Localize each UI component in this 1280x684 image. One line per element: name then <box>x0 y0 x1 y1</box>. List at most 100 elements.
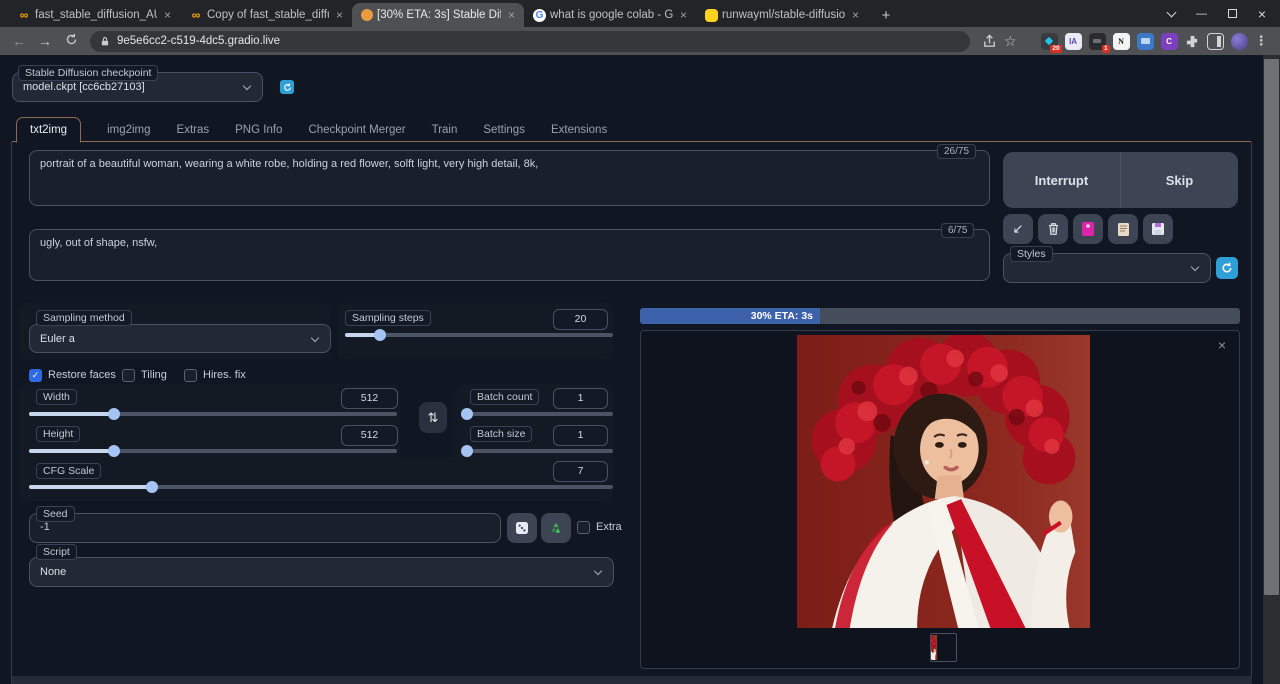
colab-icon: ∞ <box>191 8 201 22</box>
extensions-puzzle-icon[interactable] <box>1185 34 1200 49</box>
styles-refresh-button[interactable] <box>1216 257 1238 279</box>
reuse-seed-button[interactable] <box>541 513 571 543</box>
extension-badge1-icon[interactable]: 1 <box>1088 32 1110 53</box>
seed-input[interactable]: -1 <box>29 513 501 543</box>
batch-size-value[interactable]: 1 <box>553 425 608 446</box>
card-art-icon <box>1082 222 1094 236</box>
reload-button[interactable] <box>58 33 84 49</box>
checkpoint-refresh-button[interactable] <box>280 80 294 94</box>
bookmark-star-icon[interactable]: ☆ <box>1004 33 1017 50</box>
cfg-scale-value[interactable]: 7 <box>553 461 608 482</box>
slider-knob[interactable] <box>373 329 386 341</box>
extra-networks-button[interactable] <box>1073 214 1103 244</box>
skip-button[interactable]: Skip <box>1121 152 1238 208</box>
slider-knob[interactable] <box>460 445 473 457</box>
tab-close-icon[interactable]: × <box>161 8 174 22</box>
swap-dimensions-button[interactable]: ⇅ <box>419 402 447 433</box>
script-dropdown[interactable]: None <box>29 557 614 587</box>
negative-prompt-text: ugly, out of shape, nsfw, <box>40 237 158 249</box>
height-slider[interactable] <box>29 444 397 458</box>
sidebar-toggle-icon[interactable] <box>1206 32 1224 50</box>
height-value[interactable]: 512 <box>341 425 398 446</box>
sampling-steps-value[interactable]: 20 <box>553 309 608 330</box>
random-seed-button[interactable] <box>507 513 537 543</box>
tab-extras[interactable]: Extras <box>177 118 210 142</box>
interrupt-button[interactable]: Interrupt <box>1003 152 1121 208</box>
clear-prompt-button[interactable] <box>1038 214 1068 244</box>
profile-avatar[interactable] <box>1230 32 1248 50</box>
batch-count-value[interactable]: 1 <box>553 388 608 409</box>
check-icon: ✓ <box>31 370 40 380</box>
extension-colorzilla-icon[interactable]: C <box>1160 32 1178 50</box>
new-tab-button[interactable]: + <box>874 3 898 27</box>
hires-fix-checkbox[interactable] <box>184 369 197 382</box>
paste-params-button[interactable]: ↙ <box>1003 214 1033 244</box>
negative-prompt-textarea[interactable]: ugly, out of shape, nsfw, <box>29 229 990 281</box>
extension-notion-icon[interactable]: N <box>1112 32 1130 50</box>
colab-icon: ∞ <box>19 8 29 22</box>
reload-icon <box>66 33 76 45</box>
width-slider[interactable] <box>29 407 397 421</box>
tab-train[interactable]: Train <box>432 118 458 142</box>
tab-txt2img[interactable]: txt2img <box>16 117 82 143</box>
apply-styles-button[interactable] <box>1108 214 1138 244</box>
share-icon[interactable] <box>982 33 997 49</box>
tab-png-info[interactable]: PNG Info <box>235 118 282 142</box>
progress-text: 30% ETA: 3s <box>750 310 813 322</box>
slider-knob[interactable] <box>107 445 120 457</box>
browser-tab-colab-2[interactable]: ∞ Copy of fast_stable_diffusion_ × <box>180 3 352 27</box>
back-button[interactable]: ← <box>6 33 32 49</box>
url-text: 9e5e6cc2-c519-4dc5.gradio.live <box>117 35 281 47</box>
restore-faces-checkbox[interactable]: ✓ <box>29 369 42 382</box>
prompt-tool-row: ↙ <box>1003 214 1173 244</box>
window-minimize-button[interactable]: — <box>1196 8 1207 20</box>
batch-count-slider[interactable] <box>460 407 613 421</box>
gallery-close-icon[interactable]: × <box>1218 337 1226 353</box>
tab-settings[interactable]: Settings <box>483 118 525 142</box>
gallery-thumbnail[interactable] <box>930 633 957 662</box>
generated-image[interactable] <box>797 335 1090 628</box>
checkpoint-value: model.ckpt [cc6cb27103] <box>23 81 145 93</box>
tab-title: fast_stable_diffusion_AUTOMA <box>35 9 157 21</box>
browser-tab-strip: ∞ fast_stable_diffusion_AUTOMA × ∞ Copy … <box>0 0 1280 27</box>
tiling-checkbox[interactable] <box>122 369 135 382</box>
address-bar[interactable]: 9e5e6cc2-c519-4dc5.gradio.live <box>90 30 970 52</box>
slider-knob[interactable] <box>107 408 120 420</box>
tab-extensions[interactable]: Extensions <box>551 118 607 142</box>
browser-tab-google-search[interactable]: G what is google colab - Googl × <box>524 3 696 27</box>
extension-blue-icon[interactable] <box>1136 32 1154 50</box>
tab-checkpoint-merger[interactable]: Checkpoint Merger <box>308 118 405 142</box>
sampling-method-dropdown[interactable]: Euler a <box>29 324 331 353</box>
forward-button[interactable]: → <box>32 33 58 49</box>
width-value[interactable]: 512 <box>341 388 398 409</box>
prompt-token-counter: 26/75 <box>937 144 977 159</box>
tab-close-icon[interactable]: × <box>505 8 518 22</box>
sampling-steps-slider[interactable] <box>345 328 613 342</box>
browser-tab-huggingface[interactable]: runwayml/stable-diffusion-v1 × <box>696 3 868 27</box>
chrome-menu-icon[interactable]: ⋮ <box>1255 33 1268 49</box>
save-style-button[interactable] <box>1143 214 1173 244</box>
tab-close-icon[interactable]: × <box>677 8 690 22</box>
cfg-scale-label: CFG Scale <box>36 463 102 479</box>
page-scrollbar[interactable] <box>1263 55 1280 684</box>
window-maximize-button[interactable] <box>1227 9 1237 18</box>
cfg-scale-slider[interactable] <box>29 480 613 494</box>
tab-close-icon[interactable]: × <box>849 8 862 22</box>
restore-faces-label: Restore faces <box>48 369 116 381</box>
browser-tab-stable-diffusion[interactable]: [30% ETA: 3s] Stable Diffusion × <box>352 3 524 27</box>
batch-size-slider[interactable] <box>460 444 613 458</box>
window-close-button[interactable]: × <box>1258 6 1266 22</box>
slider-knob[interactable] <box>460 408 473 420</box>
prompt-textarea[interactable]: portrait of a beautiful woman, wearing a… <box>29 150 990 206</box>
tab-title: what is google colab - Googl <box>550 9 673 21</box>
slider-knob[interactable] <box>145 481 158 493</box>
browser-tab-colab-1[interactable]: ∞ fast_stable_diffusion_AUTOMA × <box>8 3 180 27</box>
tab-close-icon[interactable]: × <box>333 8 346 22</box>
scrollbar-thumb[interactable] <box>1264 59 1279 595</box>
tab-img2img[interactable]: img2img <box>107 118 150 142</box>
extension-ia-icon[interactable]: IA <box>1064 32 1082 50</box>
extension-badge20-icon[interactable]: 20 <box>1040 32 1062 53</box>
tab-search-chevron-icon[interactable] <box>1166 7 1177 17</box>
seed-extra-checkbox[interactable] <box>577 521 590 534</box>
padlock-icon <box>101 36 109 45</box>
